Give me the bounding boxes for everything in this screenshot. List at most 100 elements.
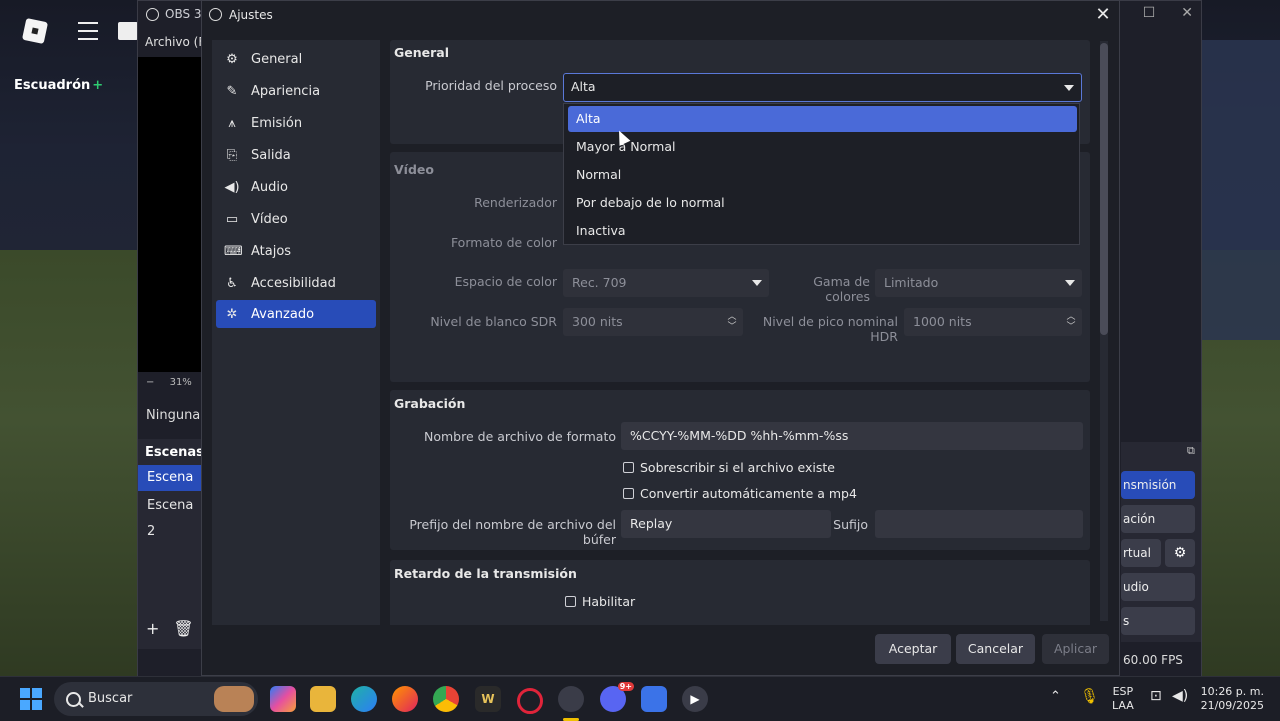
close-icon[interactable]: ✕ xyxy=(1093,4,1113,25)
zoom-minus-icon[interactable]: − xyxy=(146,377,154,388)
game-building xyxy=(1190,40,1280,340)
trash-icon[interactable]: 🗑 xyxy=(173,619,193,638)
scene-item[interactable]: Escena xyxy=(138,465,201,491)
add-scene-icon[interactable]: + xyxy=(146,619,159,638)
squad-plus-icon[interactable]: + xyxy=(92,78,103,93)
checkbox-box[interactable] xyxy=(565,596,576,607)
sdr-white-spinbox[interactable]: 300 nits ︿ ﹀ xyxy=(563,308,743,336)
color-range-select[interactable]: Limitado xyxy=(875,269,1082,297)
start-recording-button[interactable]: ación xyxy=(1121,505,1195,533)
spin-arrows-icon[interactable]: ︿ ﹀ xyxy=(1060,308,1082,336)
gear-icon[interactable]: ⚙ xyxy=(1165,539,1195,567)
language-indicator[interactable]: ESP LAA xyxy=(1112,685,1134,713)
accessibility-icon: ♿ xyxy=(226,275,238,291)
sidebar-item-video[interactable]: ▭ Vídeo xyxy=(216,205,376,233)
sidebar-item-emision[interactable]: ⩚ Emisión xyxy=(216,109,376,137)
hdr-peak-label: Nivel de pico nominal HDR xyxy=(762,314,898,344)
virtual-camera-button[interactable]: rtual xyxy=(1121,539,1161,567)
keyboard-icon: ⌨ xyxy=(224,243,243,259)
scrollbar-thumb[interactable] xyxy=(1100,43,1108,335)
chrome-icon[interactable] xyxy=(433,686,459,712)
video-title: Vídeo xyxy=(394,162,434,177)
opera-icon[interactable] xyxy=(517,688,543,714)
filename-format-input[interactable]: %CCYY-%MM-%DD %hh-%mm-%ss xyxy=(621,422,1083,450)
taskbar: Buscar W 9+ ▶ ⌃ 🎙 ESP LAA ⊡ ◀) 10:26 p. … xyxy=(0,676,1280,721)
clock[interactable]: 10:26 p. m. 21/09/2025 xyxy=(1200,685,1264,713)
checkbox-box[interactable] xyxy=(623,488,634,499)
suffix-input[interactable] xyxy=(875,510,1083,538)
firefox-icon[interactable] xyxy=(392,686,418,712)
priority-select[interactable]: Alta xyxy=(563,73,1082,102)
color-range-label: Gama de colores xyxy=(813,274,870,304)
hdr-peak-spinbox[interactable]: 1000 nits ︿ ﹀ xyxy=(904,308,1082,336)
checkbox-box[interactable] xyxy=(623,462,634,473)
taskbar-search[interactable]: Buscar xyxy=(54,682,258,716)
obs-logo-icon xyxy=(146,8,159,21)
file-explorer-icon[interactable] xyxy=(310,686,336,712)
spin-arrows-icon[interactable]: ︿ ﹀ xyxy=(721,308,743,336)
chevron-down-icon xyxy=(745,269,769,297)
settings-dialog: Ajustes ✕ ⚙ General ✎ Apariencia ⩚ Emisión … xyxy=(201,0,1120,676)
gear-icon: ⚙ xyxy=(226,51,238,67)
sidebar-item-apariencia[interactable]: ✎ Apariencia xyxy=(216,77,376,105)
wrench-icon: ✲ xyxy=(226,306,238,322)
sidebar-item-general[interactable]: ⚙ General xyxy=(216,45,376,73)
start-streaming-button[interactable]: nsmisión xyxy=(1121,471,1195,499)
priority-option-inactiva[interactable]: Inactiva xyxy=(568,218,1077,244)
dialog-titlebar[interactable]: Ajustes ✕ xyxy=(202,1,1119,31)
recording-title: Grabación xyxy=(394,396,466,411)
remux-checkbox[interactable]: Convertir automáticamente a mp4 xyxy=(623,486,857,501)
sidebar-item-avanzado[interactable]: ✲ Avanzado xyxy=(216,300,376,328)
wow-icon[interactable]: W xyxy=(475,686,501,712)
sidebar-item-audio[interactable]: ◀) Audio xyxy=(216,173,376,201)
color-space-select[interactable]: Rec. 709 xyxy=(563,269,769,297)
sdr-white-label: Nivel de blanco SDR xyxy=(430,314,557,329)
studio-mode-button[interactable]: udio xyxy=(1121,573,1195,601)
priority-option-por-debajo[interactable]: Por debajo de lo normal xyxy=(568,190,1077,216)
volume-icon[interactable]: ◀) xyxy=(1172,688,1188,704)
sidebar-item-salida[interactable]: ⎘ Salida xyxy=(216,141,376,169)
microphone-icon[interactable]: 🎙 xyxy=(1080,687,1099,705)
network-icon[interactable]: ⊡ xyxy=(1150,688,1162,704)
zoom-control[interactable]: − 31% xyxy=(146,377,192,388)
roblox-app-icon[interactable] xyxy=(641,686,667,712)
priority-option-alta[interactable]: Alta xyxy=(568,106,1077,132)
windows-start-icon[interactable] xyxy=(20,688,42,710)
chevron-up-icon[interactable]: ⌃ xyxy=(1050,689,1061,704)
chevron-down-icon xyxy=(1058,269,1082,297)
settings-sidebar: ⚙ General ✎ Apariencia ⩚ Emisión ⎘ Salida ◀)… xyxy=(212,40,380,625)
roblox-logo-icon[interactable] xyxy=(21,17,49,45)
filename-format-label: Nombre de archivo de formato xyxy=(424,429,616,444)
squad-label[interactable]: Escuadrón + xyxy=(14,78,103,93)
preview-canvas[interactable] xyxy=(138,57,201,372)
undock-icon[interactable]: ⧉ xyxy=(1187,444,1195,458)
scenes-panel: Escenas Escena Escena 2 + 🗑 xyxy=(138,439,204,649)
scene-item[interactable]: Escena 2 xyxy=(138,493,201,539)
priority-dropdown-list: Alta Mayor a Normal Normal Por debajo de… xyxy=(563,103,1080,245)
suffix-label: Sufijo xyxy=(833,517,868,532)
copilot-icon[interactable] xyxy=(270,686,296,712)
edge-icon[interactable] xyxy=(351,686,377,712)
sidebar-item-atajos[interactable]: ⌨ Atajos xyxy=(216,237,376,265)
buffer-prefix-input[interactable]: Replay xyxy=(621,510,831,538)
accept-button[interactable]: Aceptar xyxy=(875,634,951,664)
transition-label: Ninguna f xyxy=(146,408,209,423)
media-player-icon[interactable]: ▶ xyxy=(682,686,708,712)
menu-archivo[interactable]: Archivo (F xyxy=(145,35,205,49)
discord-icon[interactable]: 9+ xyxy=(600,682,634,712)
priority-option-normal[interactable]: Normal xyxy=(568,162,1077,188)
menu-icon[interactable] xyxy=(78,22,98,46)
renderer-label: Renderizador xyxy=(474,195,557,210)
general-title: General xyxy=(394,45,449,60)
sidebar-item-accesibilidad[interactable]: ♿ Accesibilidad xyxy=(216,269,376,297)
overwrite-checkbox[interactable]: Sobrescribir si el archivo existe xyxy=(623,460,835,475)
settings-button[interactable]: s xyxy=(1121,607,1195,635)
obs-icon[interactable] xyxy=(558,686,584,712)
delay-enable-checkbox[interactable]: Habilitar xyxy=(565,594,635,609)
recording-group: Grabación Nombre de archivo de formato %… xyxy=(390,390,1090,550)
content-scrollbar[interactable] xyxy=(1100,41,1108,621)
apply-button[interactable]: Aplicar xyxy=(1042,634,1109,664)
cancel-button[interactable]: Cancelar xyxy=(956,634,1035,664)
chat-icon[interactable] xyxy=(118,22,138,40)
priority-option-mayor-a-normal[interactable]: Mayor a Normal xyxy=(568,134,1077,160)
